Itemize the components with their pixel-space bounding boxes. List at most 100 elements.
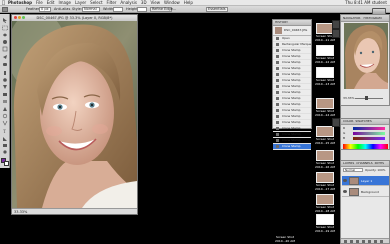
tab-color[interactable]: COLOR [343, 119, 353, 123]
navigator-zoom-knob[interactable] [365, 96, 368, 100]
height-input[interactable] [137, 7, 147, 12]
quick-select-tool-icon [3, 40, 7, 44]
eraser-tool-icon [3, 93, 7, 96]
new-group-icon[interactable] [368, 240, 371, 243]
lasso-tool-icon [3, 33, 7, 37]
desktop-file-icon[interactable] [316, 67, 334, 78]
refine-edge-button[interactable]: Refine Edge... [150, 7, 176, 12]
tab-channels[interactable]: CHANNELS [356, 161, 372, 166]
dock-tool-presets-button[interactable] [332, 118, 340, 127]
opacity-field[interactable]: Opacity: 100% [365, 168, 389, 172]
style-select[interactable]: Normal [82, 7, 100, 12]
color-panel: COLOR SWATCHES R G B [340, 118, 390, 150]
new-layer-icon[interactable] [374, 240, 377, 243]
tab-navigator[interactable]: NAVIGATOR [343, 15, 360, 21]
document-status-bar: 33.33% [12, 208, 137, 214]
blue-slider[interactable] [353, 137, 385, 140]
desktop-file-label: Screen Shot 2010...13 AM [315, 78, 335, 86]
layer-thumbnail [349, 177, 359, 185]
shape-tool-icon [3, 144, 7, 147]
history-step-icon [276, 103, 279, 106]
snapshot-label: DSC_00467.JPG [284, 28, 308, 32]
trash-icon[interactable] [380, 240, 383, 243]
layer-row[interactable]: Layer 1 [342, 176, 389, 186]
history-item-label: Clone Stamp [282, 138, 301, 142]
eye-icon[interactable] [343, 190, 347, 193]
history-step-icon [276, 43, 279, 46]
layer-style-icon[interactable] [350, 240, 353, 243]
dock-history-button[interactable] [332, 20, 340, 29]
desktop-file-label: Screen Shot 2010...20 AM [275, 235, 295, 243]
desktop-file-icon[interactable] [316, 214, 334, 225]
history-item-label: Clone Stamp [282, 132, 301, 136]
document-zoom-readout[interactable]: 33.33% [14, 210, 27, 214]
history-item-label: Clone Stamp [282, 108, 301, 112]
brush-tool-icon [4, 71, 6, 75]
history-step-icon [276, 139, 279, 142]
desktop-file-icon[interactable] [316, 45, 334, 56]
layer-mask-icon[interactable] [356, 240, 359, 243]
tab-paths[interactable]: PATHS [375, 161, 384, 166]
history-item-label: Clone Stamp [282, 48, 301, 52]
antialias-checkbox[interactable]: Anti-alias [54, 6, 70, 13]
tool-icons[interactable]: T [0, 16, 10, 156]
history-step-icon [276, 67, 279, 70]
tab-swatches[interactable]: SWATCHES [355, 119, 371, 123]
desktop-file-label: Screen Shot 2010...17 AM [315, 183, 335, 191]
width-input[interactable] [113, 7, 123, 12]
desktop-file-icon[interactable] [316, 172, 334, 183]
desktop-file-label: Screen Shot 2010...15 AM [315, 137, 335, 145]
layers-panel: LAYERS CHANNELS PATHS Normal Opacity: 10… [340, 160, 390, 244]
document-window: DSC_00467.JPG @ 33.3% (Layer 0, RGB/8*) [11, 14, 138, 215]
feather-input[interactable]: 0 px [39, 7, 51, 12]
history-snapshot[interactable]: DSC_00467.JPG [273, 26, 311, 36]
background-color-swatch[interactable] [4, 161, 9, 166]
color-spectrum[interactable] [343, 144, 388, 149]
close-button-icon[interactable] [14, 16, 17, 19]
marquee-tool-preset-icon[interactable] [2, 7, 8, 12]
history-item-label: Clone Stamp [282, 120, 301, 124]
red-slider[interactable] [353, 127, 385, 130]
adjustment-layer-icon[interactable] [362, 240, 365, 243]
history-item-label: Clone Stamp [282, 90, 301, 94]
marquee-tool-icon [2, 25, 8, 31]
desktop-file-icon[interactable] [316, 98, 334, 109]
dock-actions-button[interactable] [332, 29, 340, 38]
history-item-label: Clone Stamp [282, 144, 301, 148]
history-item-label: Open [282, 36, 290, 40]
history-item-label: Clone Stamp [282, 84, 301, 88]
tab-layers[interactable]: LAYERS [343, 161, 354, 166]
layers-bottom-bar [341, 238, 389, 243]
link-layers-icon[interactable] [344, 240, 347, 243]
history-step-icon [276, 133, 279, 136]
workspace-switcher[interactable]: Essentials [206, 7, 228, 12]
history-item-label: Clone Stamp [282, 78, 301, 82]
history-step-icon [276, 61, 279, 64]
minimize-button-icon[interactable] [18, 16, 21, 19]
desktop-file-icon[interactable] [316, 150, 334, 161]
navigator-zoom-slider[interactable] [355, 98, 383, 99]
tab-histogram[interactable]: HISTOGRAM [363, 15, 381, 21]
style-label: Style: [72, 7, 82, 11]
path-select-tool-icon [3, 137, 7, 141]
zoom-tool-icon [3, 150, 7, 154]
canvas-photo[interactable] [12, 21, 137, 208]
green-slider[interactable] [353, 132, 385, 135]
blend-mode-select[interactable]: Normal [343, 168, 363, 172]
navigator-zoom-value[interactable]: 33.33% [343, 96, 354, 100]
desktop-file-label: Screen Shot 2010...12 AM [315, 56, 335, 64]
history-item-label: Clone Stamp [282, 102, 301, 106]
layer-thumbnail [349, 188, 359, 196]
desktop-file-icon[interactable] [316, 126, 334, 137]
crop-tool-icon [2, 46, 8, 52]
desktop-file-icon[interactable] [316, 194, 334, 205]
history-step-icon [276, 73, 279, 76]
history-step-icon [276, 121, 279, 124]
history-step-icon [276, 79, 279, 82]
zoom-button-icon[interactable] [22, 16, 25, 19]
layer-row[interactable]: Background [342, 187, 389, 197]
navigator-preview[interactable] [344, 23, 388, 89]
navigator-zoom-row: 33.33% [343, 95, 387, 101]
eye-icon[interactable] [343, 179, 347, 182]
history-item[interactable]: Clone Stamp [273, 144, 311, 150]
